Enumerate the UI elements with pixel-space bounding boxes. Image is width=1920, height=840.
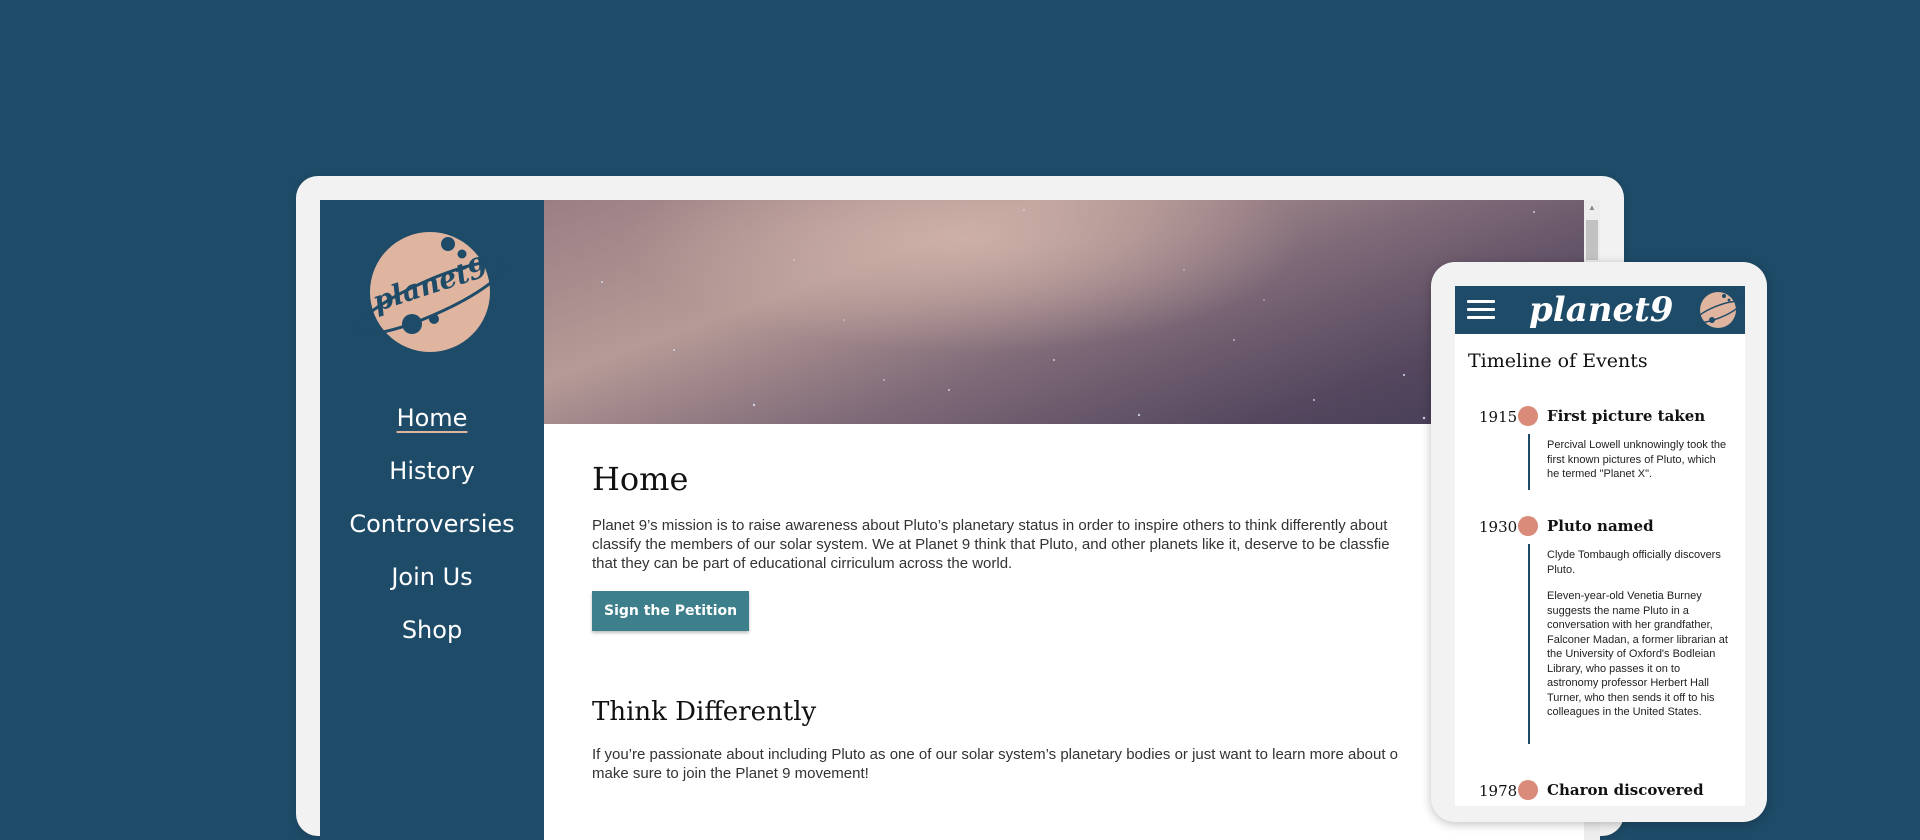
event-year: 1915 xyxy=(1479,408,1518,426)
mobile-brand[interactable]: planet9 xyxy=(1529,290,1673,330)
nav-item-history[interactable]: History xyxy=(320,445,544,498)
main-nav: Home History Controversies Join Us Shop xyxy=(320,392,544,657)
desktop-screen: planet9 Home History Controversies Join … xyxy=(320,200,1600,840)
event-paragraph: Eleven-year-old Venetia Burney suggests … xyxy=(1547,590,1728,718)
section-heading-think-differently: Think Differently xyxy=(592,697,817,727)
nav-item-join-us[interactable]: Join Us xyxy=(320,551,544,604)
mobile-device-frame: planet9 Timeline of Events 1915 First pi… xyxy=(1431,262,1767,822)
main-content: Home Planet 9’s mission is to raise awar… xyxy=(592,424,1492,783)
mobile-planet-logo-icon xyxy=(1694,292,1742,328)
intro-paragraph: Planet 9’s mission is to raise awareness… xyxy=(592,517,1390,572)
event-paragraph: Clyde Tombaugh officially discovers Plut… xyxy=(1547,549,1721,576)
event-heading: Charon discovered xyxy=(1547,781,1704,799)
scroll-up-arrow-icon[interactable]: ▲ xyxy=(1588,204,1596,212)
timeline-line xyxy=(1528,434,1530,490)
event-year: 1930 xyxy=(1479,518,1518,536)
timeline-dot-icon xyxy=(1518,406,1538,426)
desktop-device-frame: planet9 Home History Controversies Join … xyxy=(296,176,1624,840)
mobile-header: planet9 xyxy=(1455,286,1745,334)
event-paragraph: Percival Lowell unknowingly took the fir… xyxy=(1547,439,1727,480)
event-heading: Pluto named xyxy=(1547,517,1654,535)
nav-item-home[interactable]: Home xyxy=(320,392,544,445)
hamburger-menu-icon[interactable] xyxy=(1467,300,1495,320)
page-title: Home xyxy=(592,460,689,498)
event-heading: First picture taken xyxy=(1547,407,1706,425)
event-body: Clyde Tombaugh officially discovers Plut… xyxy=(1547,548,1731,732)
event-body: Percival Lowell unknowingly took the fir… xyxy=(1547,438,1731,494)
timeline-line xyxy=(1528,544,1530,744)
planet9-logo[interactable]: planet9 xyxy=(350,230,512,354)
timeline-dot-icon xyxy=(1518,780,1538,800)
timeline-dot-icon xyxy=(1518,516,1538,536)
star-dots xyxy=(601,209,1535,420)
event-year: 1978 xyxy=(1479,782,1518,800)
timeline-title: Timeline of Events xyxy=(1468,350,1648,372)
scroll-thumb[interactable] xyxy=(1586,220,1598,260)
nav-item-shop[interactable]: Shop xyxy=(320,604,544,657)
mobile-screen: planet9 Timeline of Events 1915 First pi… xyxy=(1455,286,1745,806)
sign-petition-button[interactable]: Sign the Petition xyxy=(592,591,750,631)
think-differently-paragraph: If you’re passionate about including Plu… xyxy=(592,746,1399,782)
nav-item-controversies[interactable]: Controversies xyxy=(320,498,544,551)
sidebar: planet9 Home History Controversies Join … xyxy=(320,200,544,840)
hero-starfield-image xyxy=(544,200,1584,424)
